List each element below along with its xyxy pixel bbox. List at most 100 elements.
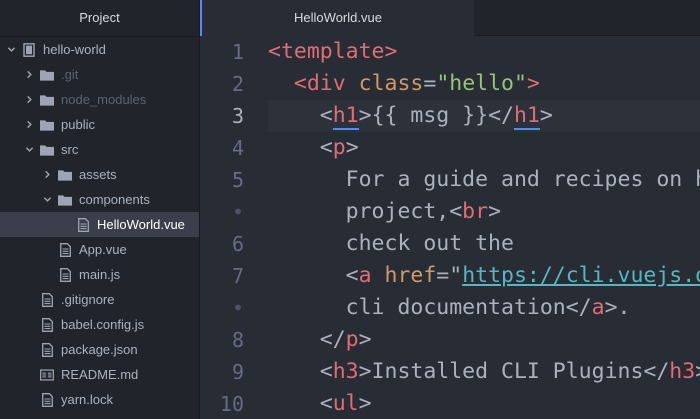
token-tag: p: [345, 327, 359, 352]
tree-item-label: main.js: [79, 267, 121, 282]
tree-folder-public[interactable]: public: [0, 112, 199, 137]
token-attr: class: [358, 71, 424, 96]
code-line[interactable]: 9 <h3>Installed CLI Plugins</h3>: [200, 356, 700, 388]
code-line[interactable]: 5 For a guide and recipes on how to conf…: [200, 164, 700, 196]
folder-icon: [40, 87, 54, 112]
chevron-right-icon[interactable]: [24, 62, 34, 87]
token-pun: cli documentation</: [345, 295, 592, 320]
code-line[interactable]: 4 <p>: [200, 132, 700, 164]
project-panel-title[interactable]: Project: [0, 0, 199, 37]
file-icon: [40, 337, 54, 362]
line-number: 10: [219, 392, 244, 416]
tree-file-helloworld-vue[interactable]: HelloWorld.vue: [0, 212, 199, 237]
tree-item-label: src: [61, 142, 79, 157]
token-pun: >: [345, 135, 359, 160]
tab-bar-empty: [474, 0, 700, 35]
code-line[interactable]: • project,<br>: [200, 196, 700, 228]
tree-folder-git[interactable]: .git: [0, 62, 199, 87]
atom-window: Project hello-world .git node_modulespubli…: [0, 0, 700, 419]
tree-folder-node-modules[interactable]: node_modules: [0, 87, 199, 112]
tree-folder-hello-world[interactable]: hello-world: [0, 37, 199, 62]
code-line[interactable]: 2 <div class="hello">: [200, 68, 700, 100]
tree-file-main-js[interactable]: main.js: [0, 262, 199, 287]
tree-folder-assets[interactable]: assets: [0, 162, 199, 187]
token-tag: h1: [332, 103, 359, 130]
tree-item-label: App.vue: [79, 242, 127, 257]
tree-item-label: components: [79, 192, 150, 207]
tree-item-label: babel.config.js: [61, 317, 145, 332]
folder-icon: [40, 62, 54, 87]
code-area[interactable]: 1 <template> 2 <div class="hello"> 3 <h1>{{…: [200, 36, 700, 419]
token-tag: a: [591, 295, 605, 320]
token-pun: >{{ msg }}</: [358, 103, 514, 128]
code-text: <div class="hello">: [268, 68, 540, 100]
code-line[interactable]: 6 check out the: [200, 228, 700, 260]
code-text: <ul>: [268, 388, 372, 419]
file-icon: [58, 262, 72, 287]
token-pun: <: [319, 103, 333, 128]
token-pun: =": [436, 263, 463, 288]
token-pun: <: [319, 135, 333, 160]
token-pun: >: [539, 103, 553, 128]
code-line[interactable]: 8 </p>: [200, 324, 700, 356]
file-tree: hello-world .git node_modulespublic src asse…: [0, 37, 199, 412]
tree-file-app-vue[interactable]: App.vue: [0, 237, 199, 262]
chevron-down-icon[interactable]: [24, 137, 34, 162]
code-line[interactable]: • cli documentation</a>.: [200, 292, 700, 324]
code-text: <template>: [268, 36, 397, 68]
chevron-right-icon[interactable]: [24, 112, 34, 137]
chevron-right-icon[interactable]: [24, 87, 34, 112]
code-text: <h1>{{ msg }}</h1>: [268, 100, 553, 132]
code-text: </p>: [268, 324, 372, 356]
token-tag: a: [358, 263, 385, 288]
line-number: 3: [231, 104, 244, 128]
code-line[interactable]: 1 <template>: [200, 36, 700, 68]
code-text: <p>: [268, 132, 359, 164]
chevron-right-icon[interactable]: [42, 162, 52, 187]
file-icon: [58, 237, 72, 262]
folder-icon: [40, 137, 54, 162]
code-text: <h3>Installed CLI Plugins</h3>: [268, 356, 700, 388]
token-pun: <: [345, 263, 359, 288]
tree-item-label: HelloWorld.vue: [97, 217, 185, 232]
file-icon: [40, 312, 54, 337]
tree-file-babel-config-js[interactable]: babel.config.js: [0, 312, 199, 337]
tree-file-package-json[interactable]: package.json: [0, 337, 199, 362]
folder-icon: [58, 162, 72, 187]
tree-item-label: node_modules: [61, 92, 147, 107]
token-pun: >Installed CLI Plugins</: [358, 359, 670, 384]
soft-wrap-marker: •: [231, 200, 244, 224]
markdown-icon: [40, 362, 54, 387]
tree-folder-components[interactable]: components: [0, 187, 199, 212]
project-sidebar: Project hello-world .git node_modulespubli…: [0, 0, 200, 419]
token-pun: For a guide and recipes on how to config…: [345, 167, 700, 192]
tree-file-readme-md[interactable]: README.md: [0, 362, 199, 387]
folder-icon: [40, 112, 54, 137]
line-number: 4: [231, 136, 244, 160]
token-pun: >: [488, 199, 502, 224]
code-text: project,<br>: [268, 196, 501, 228]
tree-file-yarn-lock[interactable]: yarn.lock: [0, 387, 199, 412]
token-tag: br: [462, 199, 489, 224]
tree-item-label: public: [61, 117, 95, 132]
code-line[interactable]: 10 <ul>: [200, 388, 700, 419]
line-number: 5: [231, 168, 244, 192]
code-line[interactable]: 3 <h1>{{ msg }}</h1>: [200, 100, 700, 132]
token-pun: <: [319, 359, 333, 384]
repo-icon: [22, 37, 36, 62]
soft-wrap-marker: •: [231, 296, 244, 320]
tree-item-label: package.json: [61, 342, 138, 357]
tab-helloworld-vue[interactable]: HelloWorld.vue: [200, 0, 474, 36]
token-tag: ul: [332, 391, 359, 416]
tree-file-gitignore[interactable]: .gitignore: [0, 287, 199, 312]
chevron-down-icon[interactable]: [42, 187, 52, 212]
code-editor[interactable]: HelloWorld.vue 1 <template> 2 <div class="…: [200, 0, 700, 419]
token-tag: >: [384, 39, 398, 64]
tree-folder-src[interactable]: src: [0, 137, 199, 162]
file-icon: [40, 287, 54, 312]
token-tag: >: [526, 71, 540, 96]
chevron-down-icon[interactable]: [6, 37, 16, 62]
token-link: https://cli.vuejs.org: [462, 263, 700, 288]
code-line[interactable]: 7 <a href="https://cli.vuejs.org" target…: [200, 260, 700, 292]
token-pun: =: [423, 71, 437, 96]
